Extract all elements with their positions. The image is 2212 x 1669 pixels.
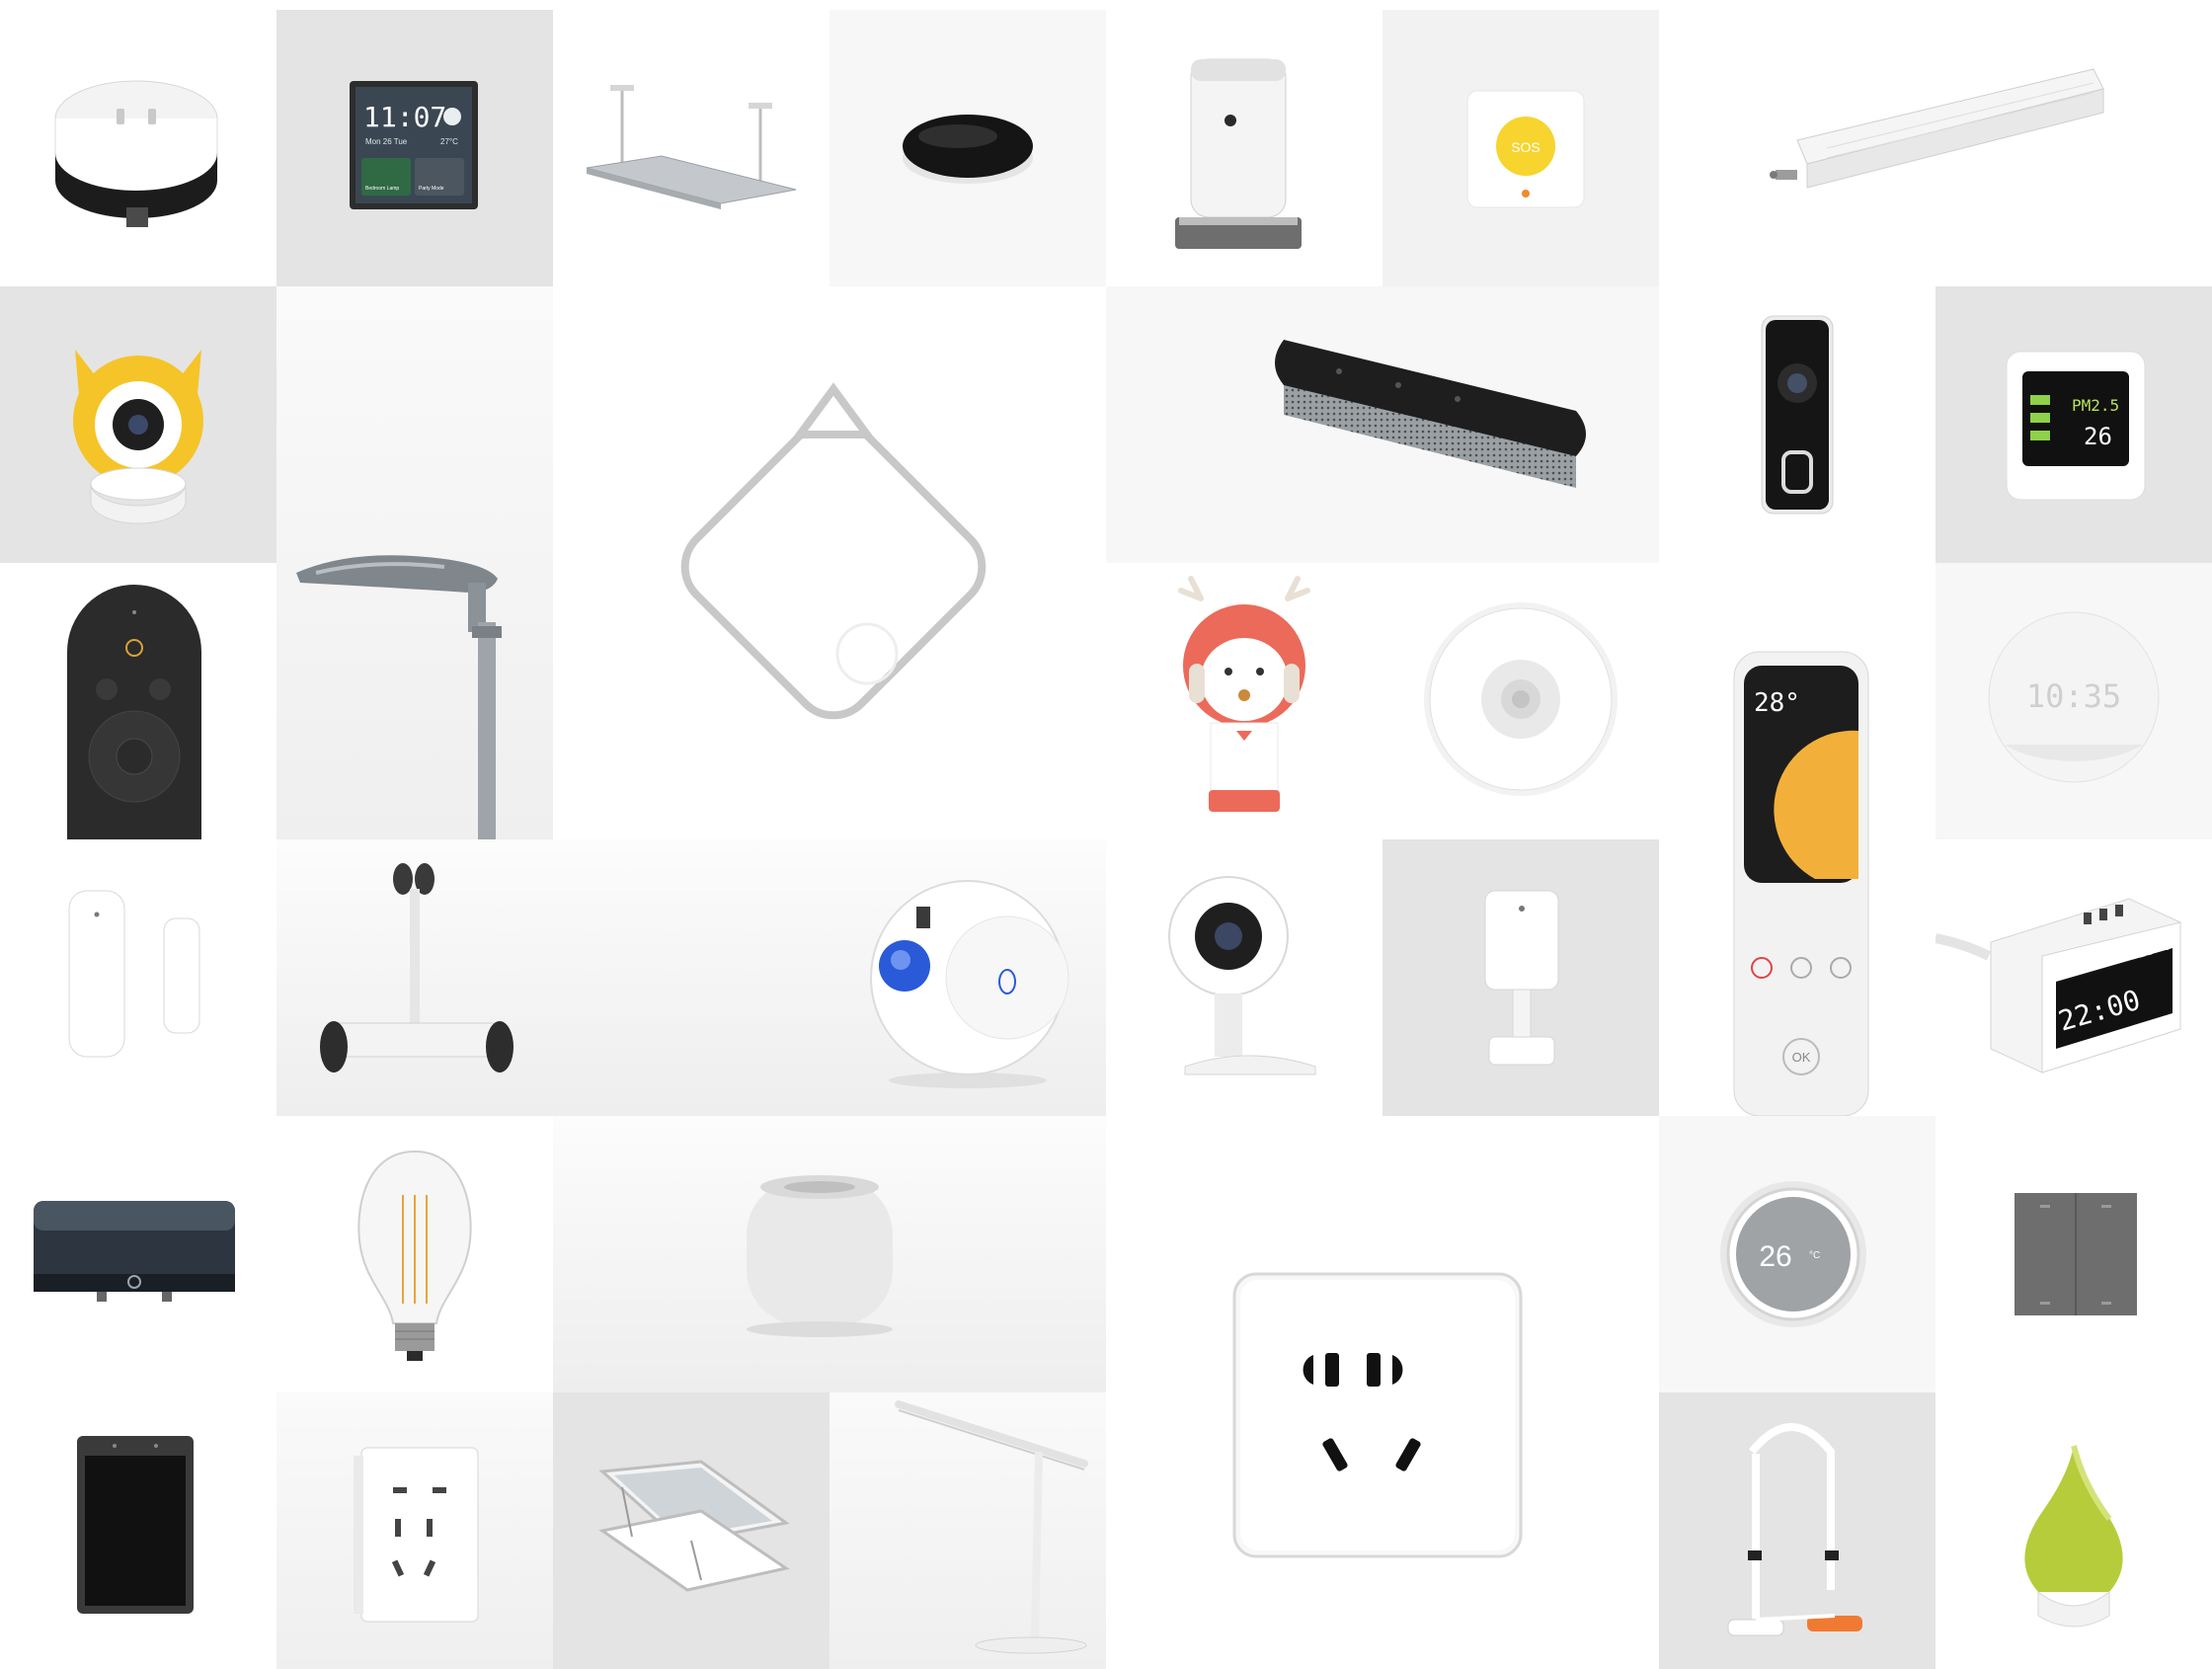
panel-date: Mon 26 Tue <box>365 137 408 146</box>
sos-button-image: SOS <box>1466 90 1585 208</box>
tile-street-lamp <box>276 286 553 839</box>
status-led-icon <box>1522 190 1530 198</box>
tile-pet-feeder <box>1106 10 1382 286</box>
thermostat-unit: °C <box>1809 1250 1820 1261</box>
motion-sensor-ceiling-image <box>1424 602 1618 796</box>
tile-video-doorbell <box>1659 286 1936 563</box>
tile-smart-screen-remote: 28° OK <box>1659 563 1936 1116</box>
pir-motion-sensor-image <box>1484 890 1559 1066</box>
kids-robot-speaker-image <box>1178 576 1310 812</box>
door-window-sensor-image <box>68 890 200 1058</box>
curtain-motor-image <box>1770 68 2104 189</box>
tile-pendant-light <box>553 10 830 286</box>
tile-curtain-motor <box>1659 10 2212 286</box>
tile-aroma-diffuser <box>1936 1392 2212 1669</box>
desk-lamp-image <box>895 1400 1088 1654</box>
tile-motion-sensor-ceiling <box>1382 563 1659 839</box>
panel-temp: 27°C <box>440 137 458 146</box>
cloud-icon <box>443 108 461 125</box>
tile-wall-switch-grey <box>1936 1116 2212 1392</box>
tile-filament-bulb <box>276 1116 553 1392</box>
alarm-clock-charger-image: 22:00 23°C <box>1936 898 2181 1073</box>
air-quality-monitor-image: PM2.5 26 <box>2006 351 2146 501</box>
star-projector-image <box>870 880 1069 1088</box>
tile-desk-lamp <box>830 1392 1106 1669</box>
tile-ir-remote-hub <box>830 10 1106 286</box>
tile-pir-motion-sensor <box>1382 839 1659 1116</box>
tile-fitness-resistance-band <box>1659 1392 1936 1669</box>
smart-panel-image: 11:07 Mon 26 Tue 27°C Bedroom Lamp Party… <box>350 81 478 209</box>
tile-usb-wall-socket <box>276 1392 553 1669</box>
panel-time: 11:07 <box>363 101 446 133</box>
smart-screen-remote-image: 28° OK <box>1733 651 1869 1116</box>
tile-indoor-camera <box>1106 839 1382 1116</box>
air-pm-label: PM2.5 <box>2072 396 2119 415</box>
thermostat-value: 26 <box>1759 1240 1791 1273</box>
wall-switch-grey-image <box>2014 1193 2137 1315</box>
product-image-grid: 11:07 Mon 26 Tue 27°C Bedroom Lamp Party… <box>0 10 2212 1669</box>
water-heater-image <box>34 1201 235 1302</box>
tile-water-heater <box>0 1116 276 1392</box>
remote-temperature: 28° <box>1754 688 1800 718</box>
soundbar-speaker-image <box>1275 340 1586 488</box>
echo-clock-time: 10:35 <box>2026 677 2121 715</box>
fitness-resistance-band-image <box>1727 1423 1862 1636</box>
smart-display-panel-image <box>77 1436 194 1614</box>
tile-wall-socket <box>1106 1116 1659 1669</box>
tile-soundbar-speaker <box>1106 286 1659 563</box>
tile-air-quality-monitor: PM2.5 26 <box>1936 286 2212 563</box>
tile-smart-display-panel <box>0 1392 276 1669</box>
camera-lens-icon <box>1224 115 1236 126</box>
bluetooth-tracker-image <box>680 382 987 720</box>
tile-voice-remote <box>0 563 276 839</box>
filament-bulb-image <box>357 1150 472 1361</box>
sos-label: SOS <box>1511 139 1540 155</box>
video-doorbell-image <box>1761 315 1834 515</box>
tile-smart-plug-adapter <box>0 10 276 286</box>
tile-alarm-clock-charger: 22:00 23°C <box>1936 839 2212 1116</box>
tile-star-projector <box>830 839 1106 1116</box>
tile-fabric-smart-speaker <box>553 1116 1106 1392</box>
cat-camera-image <box>73 350 203 524</box>
tile-skylight-window <box>553 1392 830 1669</box>
tile-kids-robot-speaker <box>1106 563 1382 839</box>
wall-socket-image <box>1232 1272 1523 1558</box>
smart-plug-adapter-image <box>54 80 218 227</box>
learning-thermostat-image: 26 °C <box>1720 1181 1866 1327</box>
tile-self-balancing-scooter <box>276 839 830 1116</box>
pet-feeder-image <box>1175 58 1302 249</box>
street-lamp-image <box>296 555 502 839</box>
remote-ok-button: OK <box>1792 1050 1811 1065</box>
tile-door-window-sensor <box>0 839 276 1116</box>
tile-learning-thermostat: 26 °C <box>1659 1116 1936 1392</box>
tile-cat-camera <box>0 286 276 563</box>
tile-bluetooth-tracker <box>553 286 1106 839</box>
panel-button-party-mode: Party Mode <box>419 186 444 192</box>
usb-wall-socket-image <box>354 1447 479 1623</box>
skylight-window-image <box>598 1460 790 1592</box>
smart-speaker-clock-image: 10:35 <box>1988 611 2160 783</box>
voice-remote-image <box>67 585 201 839</box>
tile-smart-panel: 11:07 Mon 26 Tue 27°C Bedroom Lamp Party… <box>276 10 553 286</box>
tile-smart-speaker-clock: 10:35 <box>1936 563 2212 839</box>
air-pm-value: 26 <box>2084 423 2112 450</box>
aroma-diffuser-image <box>2024 1445 2123 1628</box>
panel-button-bedroom-lamp: Bedroom Lamp <box>365 186 399 192</box>
tile-sos-button: SOS <box>1382 10 1659 286</box>
fabric-smart-speaker-image <box>747 1175 893 1337</box>
pendant-light-image <box>586 85 797 209</box>
indoor-camera-image <box>1168 876 1316 1075</box>
ir-remote-hub-image <box>903 115 1033 184</box>
self-balancing-scooter-image <box>320 863 514 1073</box>
